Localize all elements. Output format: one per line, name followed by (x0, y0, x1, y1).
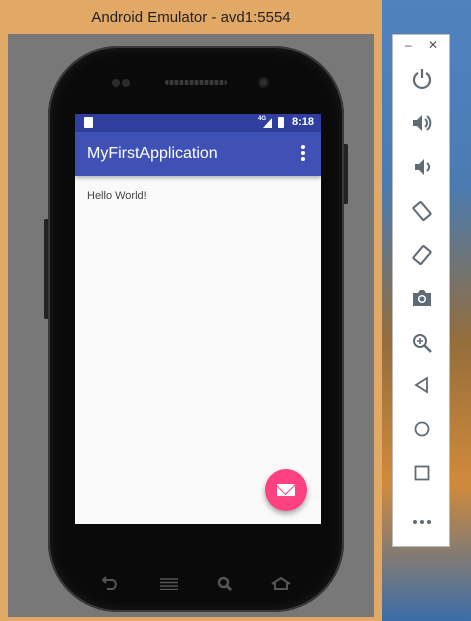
volume-up-icon[interactable] (393, 101, 451, 145)
home-icon[interactable] (270, 576, 292, 596)
hardware-nav-keys (88, 576, 308, 600)
signal-icon (263, 118, 272, 128)
mail-icon (277, 484, 295, 496)
camera-icon[interactable] (393, 277, 451, 321)
power-icon[interactable] (393, 57, 451, 101)
phone-frame: 4G 8:18 MyFirstApplication Hello World! (48, 46, 344, 612)
minimize-button[interactable]: – (405, 38, 412, 52)
back-icon[interactable] (100, 576, 122, 596)
menu-icon[interactable] (158, 576, 180, 596)
home-circle-icon[interactable] (393, 409, 451, 453)
emulator-toolbar: – ✕ (392, 34, 450, 547)
more-icon[interactable] (393, 497, 451, 541)
zoom-icon[interactable] (393, 321, 451, 365)
overflow-menu-icon[interactable] (295, 144, 311, 164)
sd-card-icon (84, 117, 93, 128)
earpiece-speaker (165, 80, 227, 85)
sensor-icon (122, 79, 130, 87)
front-camera-icon (258, 77, 269, 88)
rotate-left-icon[interactable] (393, 189, 451, 233)
sensor-icon (112, 79, 120, 87)
emulator-window: Android Emulator - avd1:5554 4G 8:18 MyF… (0, 0, 382, 621)
status-time: 8:18 (292, 116, 315, 128)
window-title: Android Emulator - avd1:5554 (91, 9, 291, 26)
device-screen[interactable]: 4G 8:18 MyFirstApplication Hello World! (75, 114, 321, 524)
hello-text: Hello World! (87, 190, 147, 202)
app-title: MyFirstApplication (87, 145, 218, 162)
app-bar: MyFirstApplication (75, 132, 321, 176)
status-bar: 4G 8:18 (75, 114, 321, 132)
fab-email-button[interactable] (265, 469, 307, 511)
toolbar-window-controls: – ✕ (393, 35, 451, 57)
back-triangle-icon[interactable] (393, 365, 451, 409)
volume-down-icon[interactable] (393, 145, 451, 189)
emulator-display-area: 4G 8:18 MyFirstApplication Hello World! (8, 34, 374, 617)
battery-icon (278, 117, 284, 128)
overview-square-icon[interactable] (393, 453, 451, 497)
search-icon[interactable] (214, 576, 236, 596)
close-button[interactable]: ✕ (428, 38, 438, 52)
rotate-right-icon[interactable] (393, 233, 451, 277)
